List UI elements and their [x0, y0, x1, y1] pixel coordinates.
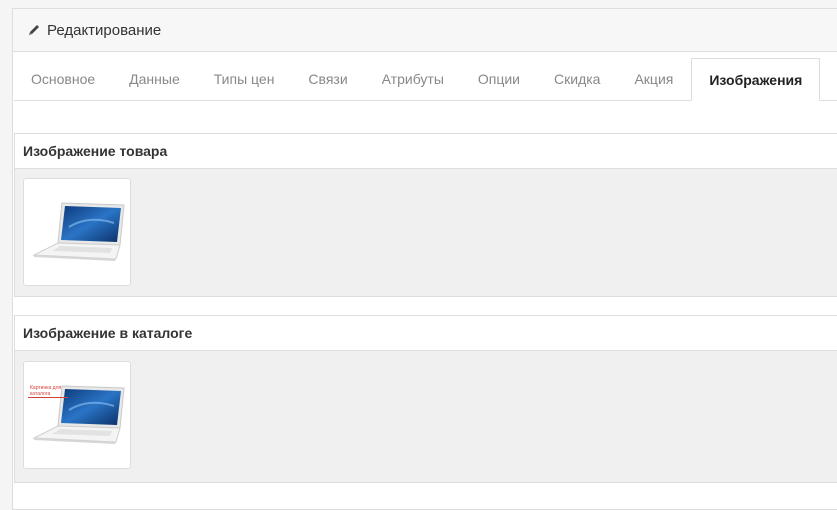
tab-images[interactable]: Изображения — [691, 58, 821, 101]
product-image-heading: Изображение товара — [15, 134, 837, 169]
tab-promo[interactable]: Акция — [617, 58, 690, 100]
tab-discount[interactable]: Скидка — [537, 58, 617, 100]
tab-price-types[interactable]: Типы цен — [197, 58, 292, 100]
product-image-thumbnail[interactable] — [23, 178, 131, 286]
catalog-image-note: Картинка для каталога — [30, 385, 62, 397]
laptop-image — [32, 385, 125, 444]
page-title: Редактирование — [47, 21, 162, 39]
catalog-image-section: Изображение в каталоге Картинка для ката… — [14, 315, 837, 483]
catalog-image-heading: Изображение в каталоге — [15, 316, 837, 351]
tab-options[interactable]: Опции — [461, 58, 537, 100]
catalog-note-underline — [28, 397, 68, 398]
catalog-image-thumbnail[interactable]: Картинка для каталога — [23, 361, 131, 469]
tab-main[interactable]: Основное — [14, 58, 112, 100]
pencil-icon — [27, 23, 41, 37]
product-image-section: Изображение товара — [14, 133, 837, 297]
panel-heading: Редактирование — [13, 9, 837, 52]
tab-data[interactable]: Данные — [112, 58, 197, 100]
tab-bar: Основное Данные Типы цен Связи Атрибуты … — [14, 58, 837, 101]
laptop-image — [32, 202, 125, 261]
tab-attributes[interactable]: Атрибуты — [365, 58, 461, 100]
tab-links[interactable]: Связи — [291, 58, 364, 100]
